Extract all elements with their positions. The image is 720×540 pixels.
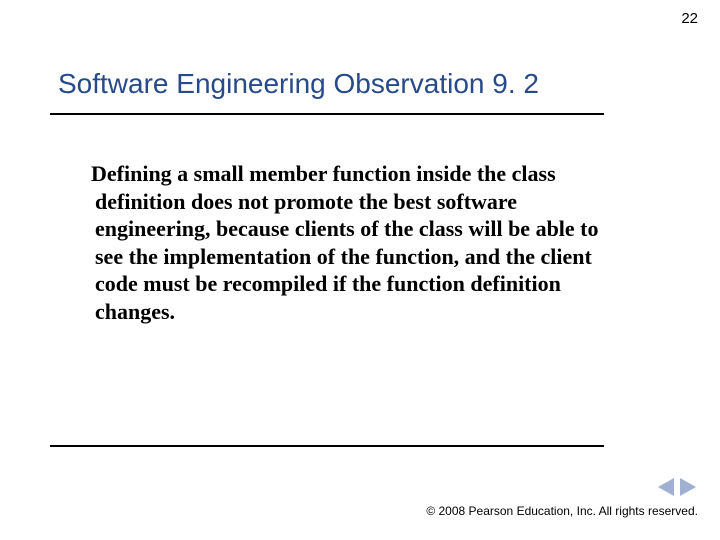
copyright: © 2008 Pearson Education, Inc. All right… [426,504,698,518]
nav-buttons [658,478,696,496]
page-number: 22 [681,10,698,27]
bottom-rule [50,445,604,447]
prev-slide-icon[interactable] [658,478,674,496]
body-text: Defining a small member function inside … [95,160,605,325]
slide-title: Software Engineering Observation 9. 2 [58,68,539,100]
title-underline [50,113,604,115]
next-slide-icon[interactable] [680,478,696,496]
